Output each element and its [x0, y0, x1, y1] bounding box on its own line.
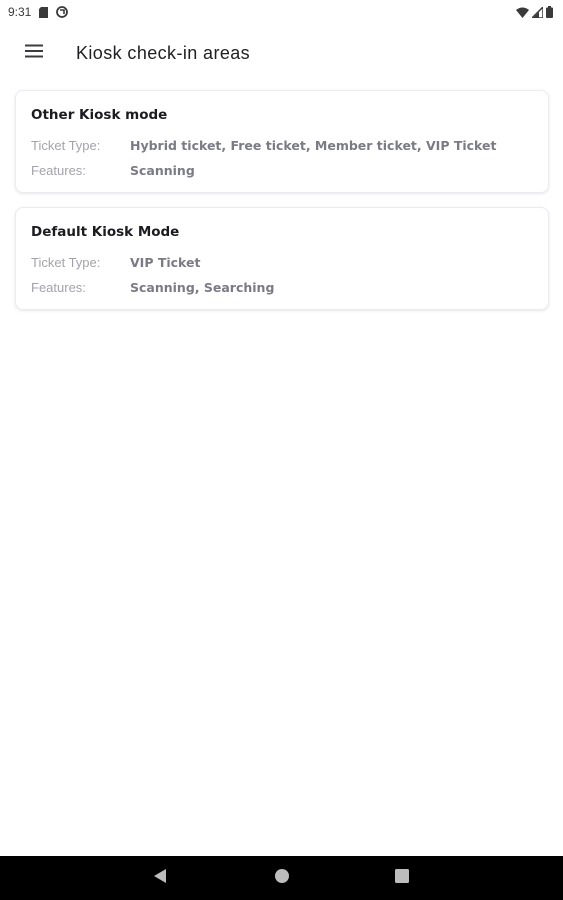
recents-button[interactable] [380, 856, 424, 900]
features-value: Scanning [130, 163, 195, 178]
features-row: Features: Scanning [31, 164, 533, 178]
kiosk-area-card-other[interactable]: Other Kiosk mode Ticket Type: Hybrid tic… [15, 90, 549, 193]
back-button[interactable] [138, 856, 182, 900]
card-title: Other Kiosk mode [31, 107, 168, 123]
kiosk-area-list: Other Kiosk mode Ticket Type: Hybrid tic… [15, 90, 549, 324]
sd-card-icon [39, 6, 49, 18]
status-time: 9:31 [8, 5, 32, 19]
ticket-type-value: VIP Ticket [130, 255, 201, 270]
ticket-type-label: Ticket Type: [31, 255, 101, 270]
kiosk-area-card-default[interactable]: Default Kiosk Mode Ticket Type: VIP Tick… [15, 207, 549, 310]
ticket-type-row: Ticket Type: VIP Ticket [31, 256, 533, 270]
status-bar: 9:31 [0, 0, 563, 24]
features-value: Scanning, Searching [130, 280, 275, 295]
wifi-icon [516, 7, 529, 18]
home-circle-icon [274, 868, 290, 889]
page-title: Kiosk check-in areas [76, 42, 251, 63]
back-triangle-icon [153, 868, 167, 889]
card-title: Default Kiosk Mode [31, 224, 180, 240]
ticket-type-label: Ticket Type: [31, 138, 101, 153]
hamburger-menu-icon [25, 44, 43, 63]
status-bar-left: 9:31 [8, 5, 69, 19]
ticket-type-value: Hybrid ticket, Free ticket, Member ticke… [130, 138, 497, 153]
battery-icon [546, 6, 553, 18]
menu-button[interactable] [16, 35, 52, 71]
status-bar-right [516, 6, 553, 18]
home-button[interactable] [260, 856, 304, 900]
features-label: Features: [31, 163, 86, 178]
signal-icon [532, 6, 543, 18]
ticket-type-row: Ticket Type: Hybrid ticket, Free ticket,… [31, 139, 533, 153]
system-nav-bar [0, 856, 563, 900]
recents-square-icon [395, 868, 409, 888]
app-bar: Kiosk check-in areas [0, 24, 563, 82]
features-label: Features: [31, 280, 86, 295]
sync-icon [56, 6, 69, 18]
features-row: Features: Scanning, Searching [31, 281, 533, 295]
